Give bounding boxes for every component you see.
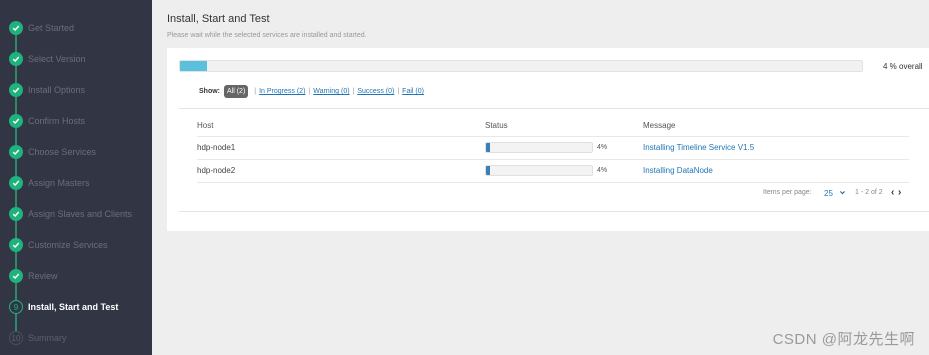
host-cell: hdp-node1 — [197, 143, 236, 152]
column-header-message[interactable]: Message — [643, 121, 675, 130]
filter-warning[interactable]: Warning (0) — [313, 88, 349, 95]
step-number-badge: 10 — [9, 331, 23, 345]
pagination-range: 1 - 2 of 2 — [855, 189, 883, 196]
column-header-status[interactable]: Status — [485, 121, 508, 130]
check-icon — [9, 269, 23, 283]
overall-progress-bar — [179, 60, 863, 72]
filter-show-label: Show: — [199, 88, 220, 95]
step-customize-services[interactable]: Customize Services — [0, 235, 152, 255]
filter-separator: | — [254, 88, 257, 95]
check-icon — [9, 145, 23, 159]
wizard-sidebar: Get Started Select Version Install Optio… — [0, 0, 152, 355]
step-label: Customize Services — [28, 240, 108, 250]
step-number-badge: 9 — [9, 300, 23, 314]
divider — [179, 211, 929, 212]
page-title: Install, Start and Test — [167, 13, 270, 25]
step-label: Confirm Hosts — [28, 116, 86, 126]
column-header-host[interactable]: Host — [197, 121, 213, 130]
check-icon — [9, 83, 23, 97]
step-confirm-hosts[interactable]: Confirm Hosts — [0, 111, 152, 131]
filter-fail[interactable]: Fail (0) — [402, 88, 424, 95]
host-progress-fill — [486, 143, 491, 152]
row-divider — [197, 182, 909, 183]
items-per-page-select[interactable]: 25 — [824, 189, 833, 198]
step-summary: 10 Summary — [0, 328, 152, 348]
host-progress-text: 4% — [597, 144, 608, 151]
step-label: Get Started — [28, 23, 75, 33]
step-label: Select Version — [28, 54, 86, 64]
status-filter: Show: All (2) | In Progress (2) | Warnin… — [199, 85, 424, 98]
step-label: Install, Start and Test — [28, 302, 119, 312]
page-subtitle: Please wait while the selected services … — [167, 32, 367, 39]
host-progress-text: 4% — [597, 167, 608, 174]
host-progress-bar — [485, 165, 593, 176]
step-label: Choose Services — [28, 147, 97, 157]
step-label: Review — [28, 271, 58, 281]
step-choose-services[interactable]: Choose Services — [0, 142, 152, 162]
watermark-text: CSDN @阿龙先生啊 — [772, 331, 915, 348]
check-icon — [9, 176, 23, 190]
check-icon — [9, 52, 23, 66]
check-icon — [9, 238, 23, 252]
check-icon — [9, 207, 23, 221]
filter-in-progress[interactable]: In Progress (2) — [259, 88, 305, 95]
filter-separator: | — [352, 88, 355, 95]
next-page-icon[interactable]: › — [898, 187, 901, 198]
chevron-down-icon[interactable] — [839, 189, 846, 198]
row-divider — [197, 136, 909, 137]
host-cell: hdp-node2 — [197, 166, 236, 175]
filter-success[interactable]: Success (0) — [357, 88, 394, 95]
step-assign-masters[interactable]: Assign Masters — [0, 173, 152, 193]
step-label: Assign Slaves and Clients — [28, 209, 133, 219]
check-icon — [9, 21, 23, 35]
overall-progress-text: 4 % overall — [883, 62, 923, 71]
overall-progress-fill — [180, 61, 208, 71]
step-label: Assign Masters — [28, 178, 90, 188]
step-label: Install Options — [28, 85, 86, 95]
step-install-start-test[interactable]: 9 Install, Start and Test — [0, 297, 152, 317]
check-icon — [9, 114, 23, 128]
step-get-started[interactable]: Get Started — [0, 18, 152, 38]
host-message-link[interactable]: Installing DataNode — [643, 166, 713, 175]
filter-separator: | — [397, 88, 400, 95]
step-install-options[interactable]: Install Options — [0, 80, 152, 100]
step-review[interactable]: Review — [0, 266, 152, 286]
divider — [179, 108, 929, 109]
host-progress-fill — [486, 166, 491, 175]
step-select-version[interactable]: Select Version — [0, 49, 152, 69]
step-assign-slaves-and-clients[interactable]: Assign Slaves and Clients — [0, 204, 152, 224]
previous-page-icon[interactable]: ‹ — [891, 187, 894, 198]
items-per-page-label: Items per page: — [763, 189, 812, 196]
install-panel: 4 % overall Show: All (2) | In Progress … — [167, 48, 929, 231]
host-progress-bar — [485, 142, 593, 153]
filter-separator: | — [308, 88, 311, 95]
host-message-link[interactable]: Installing Timeline Service V1.5 — [643, 143, 754, 152]
step-label: Summary — [28, 333, 67, 343]
filter-all[interactable]: All (2) — [224, 85, 249, 98]
row-divider — [197, 159, 909, 160]
main-content: Install, Start and Test Please wait whil… — [152, 0, 929, 355]
